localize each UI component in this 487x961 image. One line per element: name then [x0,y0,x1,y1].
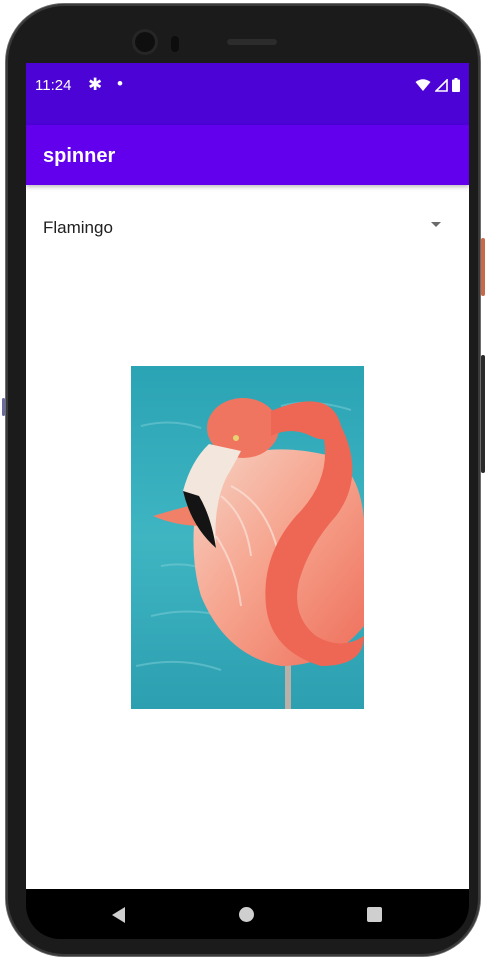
status-bar: 11:24 ✱ • [26,63,469,125]
notification-dot-icon: • [117,74,123,93]
flamingo-illustration [131,366,364,709]
app-bar: spinner [26,125,469,185]
status-icons [415,78,460,92]
volume-button[interactable] [481,355,485,473]
app-title: spinner [43,145,116,167]
battery-icon [452,78,460,92]
front-camera [135,32,155,52]
animal-spinner[interactable]: Flamingo [26,208,469,248]
signal-icon [435,78,448,92]
wifi-icon [415,78,431,91]
flamingo-image [131,366,364,709]
status-time: 11:24 [35,77,72,94]
dropdown-arrow-icon[interactable] [431,222,441,227]
side-key [2,398,5,416]
screen: 11:24 ✱ • spinner Flamingo [26,63,469,889]
home-icon[interactable] [239,907,254,922]
back-icon[interactable] [112,907,125,923]
earpiece-speaker [227,39,277,45]
proximity-sensor [171,36,179,52]
spinner-selected-value: Flamingo [43,218,113,237]
navigation-bar [26,889,469,939]
recent-apps-icon[interactable] [367,907,382,922]
power-button[interactable] [481,238,485,296]
gear-icon: ✱ [88,75,103,94]
